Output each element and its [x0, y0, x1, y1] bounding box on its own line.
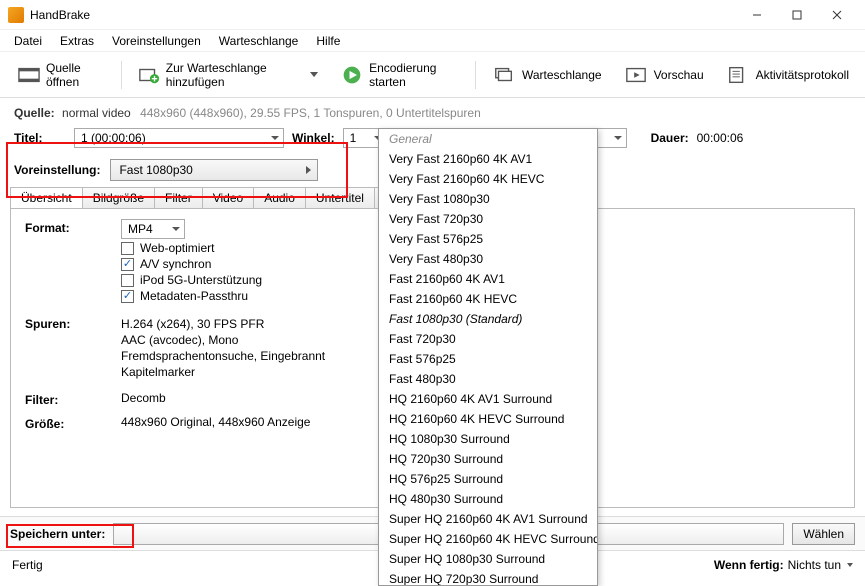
film-icon — [18, 65, 40, 85]
preset-option[interactable]: Super HQ 2160p60 4K HEVC Surround — [379, 529, 597, 549]
window-title: HandBrake — [30, 8, 737, 22]
menu-hilfe[interactable]: Hilfe — [308, 32, 348, 50]
activity-label: Aktivitätsprotokoll — [756, 68, 849, 82]
queue-icon — [492, 65, 516, 85]
close-button[interactable] — [817, 1, 857, 29]
menu-voreinstellungen[interactable]: Voreinstellungen — [104, 32, 209, 50]
app-icon — [8, 7, 24, 23]
preset-option[interactable]: Super HQ 2160p60 4K AV1 Surround — [379, 509, 597, 529]
chevron-down-icon[interactable] — [309, 69, 319, 81]
preset-group-header: General — [379, 129, 597, 149]
preset-option[interactable]: HQ 2160p60 4K AV1 Surround — [379, 389, 597, 409]
preset-option[interactable]: HQ 1080p30 Surround — [379, 429, 597, 449]
title-select[interactable]: 1 (00:00:06) — [74, 128, 284, 148]
tab-uebersicht[interactable]: Übersicht — [10, 187, 83, 208]
minimize-button[interactable] — [737, 1, 777, 29]
tab-bildgroesse[interactable]: Bildgröße — [82, 187, 155, 208]
source-label: Quelle: — [14, 106, 55, 120]
preset-option[interactable]: Fast 2160p60 4K HEVC — [379, 289, 597, 309]
when-done-select[interactable]: Nichts tun — [788, 558, 853, 572]
tab-video[interactable]: Video — [202, 187, 254, 208]
preview-icon — [624, 65, 648, 85]
preset-select[interactable]: Fast 1080p30 — [110, 159, 318, 181]
source-line: Quelle: normal video 448x960 (448x960), … — [0, 98, 865, 126]
preset-option[interactable]: Fast 1080p30 (Standard) — [379, 309, 597, 329]
menu-bar: Datei Extras Voreinstellungen Warteschla… — [0, 30, 865, 52]
preset-label: Voreinstellung: — [14, 163, 100, 177]
size-label: Größe: — [25, 415, 121, 431]
format-label: Format: — [25, 219, 121, 235]
open-source-button[interactable]: Quelle öffnen — [12, 57, 111, 93]
preview-button[interactable]: Vorschau — [618, 61, 710, 89]
preset-option[interactable]: Very Fast 576p25 — [379, 229, 597, 249]
preset-option[interactable]: Super HQ 720p30 Surround — [379, 569, 597, 586]
queue-label: Warteschlange — [522, 68, 602, 82]
preset-option[interactable]: HQ 2160p60 4K HEVC Surround — [379, 409, 597, 429]
menu-warteschlange[interactable]: Warteschlange — [211, 32, 307, 50]
activity-icon — [726, 65, 750, 85]
status-text: Fertig — [12, 558, 43, 572]
preset-option[interactable]: Fast 576p25 — [379, 349, 597, 369]
format-select[interactable]: MP4 — [121, 219, 185, 239]
preset-option[interactable]: Very Fast 1080p30 — [379, 189, 597, 209]
add-queue-button[interactable]: Zur Warteschlange hinzufügen — [132, 57, 325, 93]
spuren-label: Spuren: — [25, 315, 121, 331]
open-source-label: Quelle öffnen — [46, 61, 105, 89]
window-titlebar: HandBrake — [0, 0, 865, 30]
queue-button[interactable]: Warteschlange — [486, 61, 608, 89]
duration-value: 00:00:06 — [697, 131, 744, 145]
preset-option[interactable]: Very Fast 2160p60 4K AV1 — [379, 149, 597, 169]
tab-audio[interactable]: Audio — [253, 187, 306, 208]
play-icon — [341, 65, 363, 85]
separator — [121, 61, 122, 89]
preset-option[interactable]: HQ 576p25 Surround — [379, 469, 597, 489]
menu-datei[interactable]: Datei — [6, 32, 50, 50]
preset-option[interactable]: Very Fast 2160p60 4K HEVC — [379, 169, 597, 189]
preset-option[interactable]: Super HQ 1080p30 Surround — [379, 549, 597, 569]
start-encode-button[interactable]: Encodierung starten — [335, 57, 465, 93]
source-meta: 448x960 (448x960), 29.55 FPS, 1 Tonspure… — [140, 106, 481, 120]
preset-option[interactable]: Fast 2160p60 4K AV1 — [379, 269, 597, 289]
preset-dropdown: General Very Fast 2160p60 4K AV1Very Fas… — [378, 128, 598, 586]
duration-label: Dauer: — [651, 131, 689, 145]
add-queue-icon — [138, 65, 160, 85]
menu-extras[interactable]: Extras — [52, 32, 102, 50]
preset-option[interactable]: Fast 480p30 — [379, 369, 597, 389]
filter-label: Filter: — [25, 391, 121, 407]
tab-untertitel[interactable]: Untertitel — [305, 187, 375, 208]
save-label: Speichern unter: — [10, 527, 105, 541]
when-done-label: Wenn fertig: — [714, 558, 784, 572]
start-encode-label: Encodierung starten — [369, 61, 459, 89]
preview-label: Vorschau — [654, 68, 704, 82]
title-label: Titel: — [14, 131, 66, 145]
separator — [475, 61, 476, 89]
add-queue-label: Zur Warteschlange hinzufügen — [166, 61, 303, 89]
preset-option[interactable]: HQ 720p30 Surround — [379, 449, 597, 469]
preset-option[interactable]: Very Fast 480p30 — [379, 249, 597, 269]
maximize-button[interactable] — [777, 1, 817, 29]
activity-button[interactable]: Aktivitätsprotokoll — [720, 61, 855, 89]
preset-option[interactable]: Very Fast 720p30 — [379, 209, 597, 229]
source-name: normal video — [62, 106, 131, 120]
preset-option[interactable]: HQ 480p30 Surround — [379, 489, 597, 509]
preset-option[interactable]: Fast 720p30 — [379, 329, 597, 349]
browse-button[interactable]: Wählen — [792, 523, 855, 545]
angle-label: Winkel: — [292, 131, 335, 145]
toolbar: Quelle öffnen Zur Warteschlange hinzufüg… — [0, 52, 865, 98]
tab-filter[interactable]: Filter — [154, 187, 203, 208]
